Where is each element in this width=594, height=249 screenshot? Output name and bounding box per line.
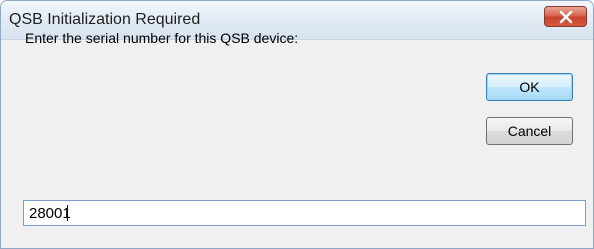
close-icon bbox=[559, 10, 573, 24]
window-title: QSB Initialization Required bbox=[9, 11, 201, 28]
close-button[interactable] bbox=[544, 6, 587, 27]
ok-button[interactable]: OK bbox=[486, 73, 573, 101]
text-caret bbox=[67, 205, 68, 221]
cancel-button[interactable]: Cancel bbox=[486, 117, 573, 145]
serial-number-input[interactable] bbox=[23, 200, 586, 226]
serial-prompt-label: Enter the serial number for this QSB dev… bbox=[25, 30, 299, 46]
dialog-window: QSB Initialization Required Enter the se… bbox=[0, 0, 594, 249]
